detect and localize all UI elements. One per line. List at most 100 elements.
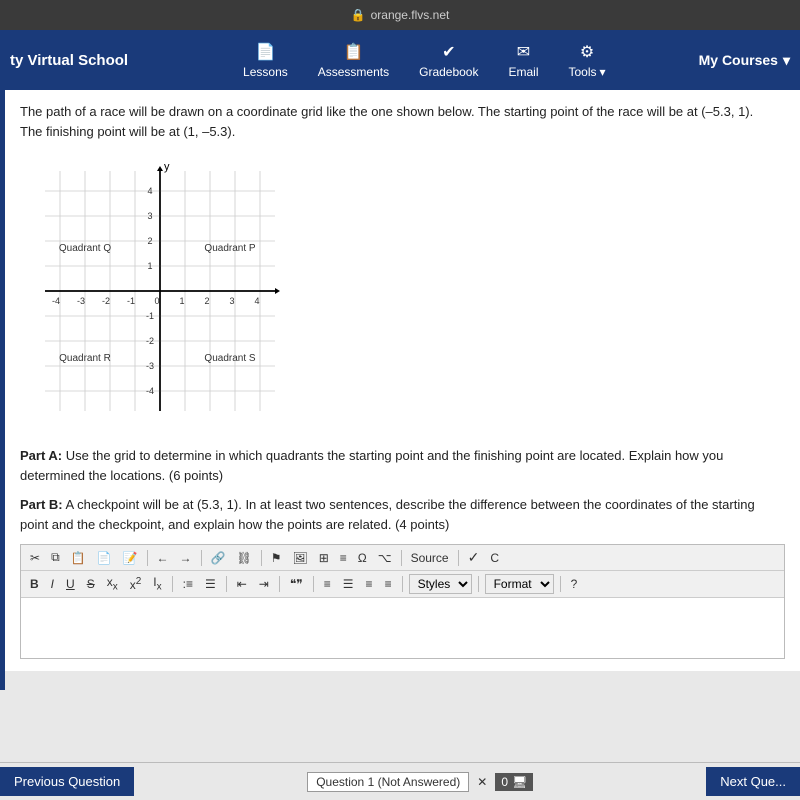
bold-button[interactable]: B [26, 576, 43, 592]
paste-button[interactable]: 📋 [67, 550, 90, 566]
svg-text:y: y [164, 161, 170, 173]
ordered-list-button[interactable]: :≡ [179, 576, 197, 592]
justify-button[interactable]: ≡ [381, 576, 396, 592]
unlink-button[interactable]: ⛓ [232, 550, 255, 566]
url-text: orange.flvs.net [371, 8, 450, 22]
svg-text:1: 1 [147, 261, 152, 271]
align-right-button[interactable]: ≡ [362, 576, 377, 592]
svg-text:Quadrant Q: Quadrant Q [59, 243, 111, 254]
svg-text:-3: -3 [146, 361, 154, 371]
quote-button[interactable]: ❝❞ [286, 576, 307, 592]
sep4 [401, 550, 402, 566]
check-button[interactable]: ✓ [464, 548, 484, 567]
coordinate-grid-container: x y -4 -3 -2 -1 0 1 2 3 4 4 3 2 1 -1 -2 [30, 161, 280, 431]
subscript-button[interactable]: xx [103, 574, 122, 593]
italic-button[interactable]: I [47, 576, 58, 592]
cut-button[interactable]: ✂ [26, 550, 44, 566]
sep8 [279, 576, 280, 592]
tools-label: Tools [569, 65, 597, 79]
underline-button[interactable]: U [62, 576, 79, 592]
tools-icon: ⚙ [580, 42, 594, 62]
omega-button[interactable]: Ω [354, 550, 371, 566]
svg-text:Quadrant R: Quadrant R [59, 353, 111, 364]
part-a-section: Part A: Use the grid to determine in whi… [20, 446, 785, 485]
question-line1: The path of a race will be drawn on a co… [20, 104, 753, 119]
align-center-button[interactable]: ☰ [339, 576, 358, 592]
question-status-badge: Question 1 (Not Answered) [307, 772, 469, 792]
part-b-text: A checkpoint will be at (5.3, 1). In at … [20, 497, 755, 532]
paste-text-button[interactable]: 📄 [93, 550, 116, 566]
sep12 [560, 576, 561, 592]
svg-text:4: 4 [254, 296, 259, 306]
email-label: Email [508, 65, 538, 79]
source-button[interactable]: Source [407, 550, 453, 566]
svg-text:-1: -1 [146, 311, 154, 321]
content-area: The path of a race will be drawn on a co… [0, 90, 800, 671]
sep10 [402, 576, 403, 592]
increase-indent-button[interactable]: ⇥ [255, 576, 273, 592]
superscript-button[interactable]: x2 [126, 575, 146, 593]
special-button[interactable]: ⌥ [374, 550, 396, 566]
nav-lessons[interactable]: 📄 Lessons [243, 42, 288, 79]
question-line2: The finishing point will be at (1, –5.3)… [20, 124, 235, 139]
zero-badge: 0 🖥 [495, 773, 533, 791]
table-button[interactable]: ⊞ [315, 550, 333, 566]
lessons-icon: 📄 [255, 42, 275, 62]
redo-button[interactable]: → [176, 550, 196, 566]
help-button[interactable]: ? [567, 576, 582, 592]
next-question-button[interactable]: Next Que... [706, 767, 800, 796]
nav-assessments[interactable]: 📋 Assessments [318, 42, 389, 79]
strikethrough-button[interactable]: S [83, 576, 99, 592]
remove-format-button[interactable]: Ix [149, 574, 165, 593]
nav-email[interactable]: ✉ Email [508, 42, 538, 79]
align-left-button[interactable]: ≡ [320, 576, 335, 592]
flag-button[interactable]: ⚑ [267, 550, 286, 566]
svg-text:1: 1 [179, 296, 184, 306]
part-a-label: Part A: [20, 448, 62, 463]
svg-text:4: 4 [147, 186, 152, 196]
svg-text:-1: -1 [127, 296, 135, 306]
gradebook-label: Gradebook [419, 65, 478, 79]
part-b-label: Part B: [20, 497, 63, 512]
sep7 [226, 576, 227, 592]
image-button[interactable]: 🖼 [288, 550, 311, 566]
editor-body[interactable] [21, 598, 784, 658]
my-courses-button[interactable]: My Courses ▾ [699, 52, 790, 69]
svg-text:-2: -2 [102, 296, 110, 306]
decrease-indent-button[interactable]: ⇤ [233, 576, 251, 592]
gradebook-icon: ✔ [442, 42, 455, 62]
nav-gradebook[interactable]: ✔ Gradebook [419, 42, 478, 79]
svg-text:-4: -4 [146, 386, 154, 396]
nav-brand: ty Virtual School [10, 52, 150, 69]
link-button[interactable]: 🔗 [207, 550, 230, 566]
left-accent-bar [0, 90, 5, 690]
email-icon: ✉ [517, 42, 530, 62]
assessments-icon: 📋 [343, 42, 363, 62]
my-courses-chevron-icon: ▾ [783, 52, 790, 69]
sep2 [201, 550, 202, 566]
clear-button[interactable]: C [486, 550, 503, 566]
sep3 [261, 550, 262, 566]
copy-button[interactable]: ⧉ [47, 549, 64, 566]
lessons-label: Lessons [243, 65, 288, 79]
sep11 [478, 576, 479, 592]
my-courses-label: My Courses [699, 52, 778, 68]
undo-button[interactable]: ← [153, 550, 173, 566]
toolbar-row2: B I U S xx x2 Ix :≡ ☰ ⇤ ⇥ ❝❞ ≡ ☰ ≡ ≡ Sty… [21, 571, 784, 598]
svg-text:-2: -2 [146, 336, 154, 346]
svg-text:-3: -3 [77, 296, 85, 306]
sep6 [172, 576, 173, 592]
format-dropdown[interactable]: Format [485, 574, 554, 594]
styles-dropdown[interactable]: Styles [409, 574, 472, 594]
align-button[interactable]: ≡ [336, 550, 351, 566]
nav-tools[interactable]: ⚙ Tools ▾ [569, 42, 606, 79]
text-editor: ✂ ⧉ 📋 📄 📝 ← → 🔗 ⛓ ⚑ 🖼 ⊞ ≡ Ω ⌥ Source ✓ C [20, 544, 785, 659]
previous-question-button[interactable]: Previous Question [0, 767, 134, 796]
part-a-text: Use the grid to determine in which quadr… [20, 448, 723, 483]
unordered-list-button[interactable]: ☰ [201, 576, 220, 592]
sep1 [147, 550, 148, 566]
close-status-icon[interactable]: ✕ [477, 775, 487, 789]
grid-svg: x y -4 -3 -2 -1 0 1 2 3 4 4 3 2 1 -1 -2 [30, 161, 280, 431]
svg-text:Quadrant P: Quadrant P [204, 243, 255, 254]
paste-word-button[interactable]: 📝 [119, 550, 142, 566]
